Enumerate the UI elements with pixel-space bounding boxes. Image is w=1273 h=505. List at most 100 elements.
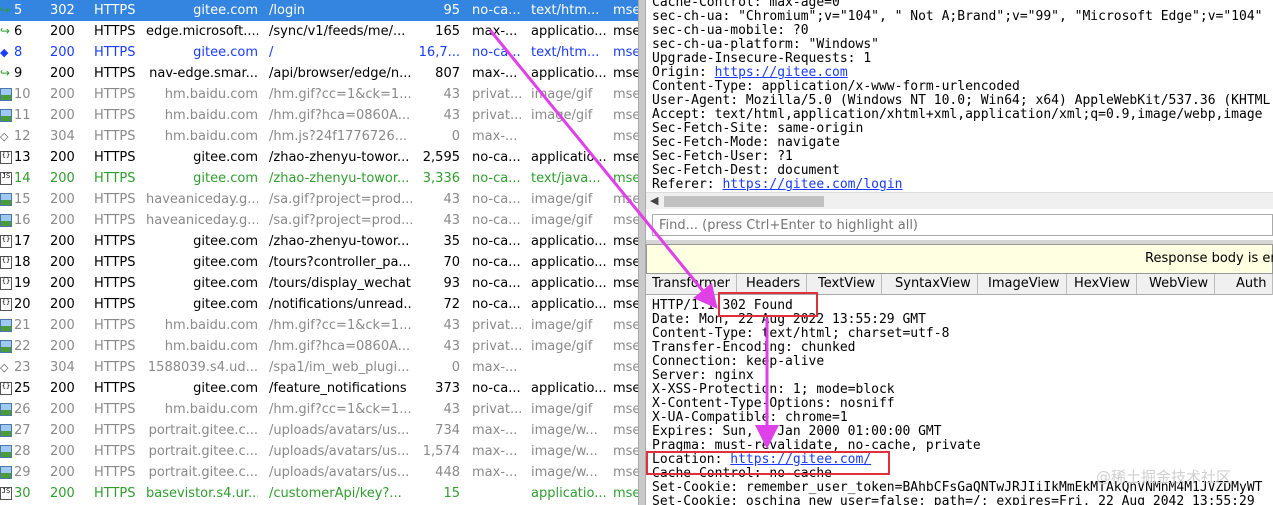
session-row[interactable]: ◇ 12 304 HTTPS hm.baidu.com/hm.js?24f1776726… — [0, 126, 638, 147]
header-line: Connection: keep-alive — [652, 354, 825, 369]
session-num: 19 — [14, 276, 31, 291]
session-process: mse — [613, 465, 638, 480]
sessions-list[interactable]: ↪ 5 302 HTTPS gitee.com/login 95 no-ca... text/… — [0, 0, 638, 505]
session-ctype: applicatio... — [531, 486, 607, 501]
scroll-left-icon[interactable]: ◀ — [650, 194, 658, 207]
json-icon: {} — [0, 151, 12, 164]
session-result: 200 — [50, 276, 75, 291]
header-link[interactable]: https://gitee.com — [715, 65, 848, 80]
tab-hexview[interactable]: HexView — [1068, 274, 1138, 295]
request-headers-text: Cache-Control: max-age=0 sec-ch-ua: "Chro… — [652, 0, 1270, 192]
session-caching: max-... — [472, 444, 518, 459]
session-row[interactable]: 15 200 HTTPS haveaniceday.g... /sa.gif?proje… — [0, 189, 638, 210]
session-row[interactable]: 11 200 HTTPS hm.baidu.com/hm.gif?hca=0860A.… — [0, 105, 638, 126]
redirect-icon: ↪ — [0, 3, 11, 17]
session-row[interactable]: {} 13 200 HTTPS gitee.com/zhao-zhenyu-towor.… — [0, 147, 638, 168]
session-url: /uploads/avatars/us... — [269, 444, 410, 459]
session-caching: max-... — [472, 423, 518, 438]
session-row[interactable]: 28 200 HTTPS portrait.gitee.c... /uploads/av… — [0, 441, 638, 462]
session-body: 734 — [435, 423, 460, 438]
session-row[interactable]: 27 200 HTTPS portrait.gitee.c... /uploads/av… — [0, 420, 638, 441]
image-icon — [0, 319, 12, 332]
session-result: 200 — [50, 297, 75, 312]
session-row[interactable]: 26 200 HTTPS hm.baidu.com/hm.gif?cc=1&ck=1.… — [0, 399, 638, 420]
notice-text[interactable]: Response body is enc — [1145, 245, 1273, 273]
session-row[interactable]: {} 18 200 HTTPS gitee.com/tours?controller_p… — [0, 252, 638, 273]
session-row[interactable]: {} 17 200 HTTPS gitee.com/zhao-zhenyu-towor.… — [0, 231, 638, 252]
session-url: /tours/display_wechat — [269, 276, 411, 291]
header-line: Sec-Fetch-User: ?1 — [652, 149, 793, 164]
session-caching: no-ca... — [472, 150, 521, 165]
session-host: gitee.com — [193, 45, 258, 60]
session-protocol: HTTPS — [94, 381, 136, 396]
session-row[interactable]: ◇ 23 304 HTTPS 1588039.s4.ud... /spa1/im_web_… — [0, 357, 638, 378]
pane-splitter[interactable] — [638, 0, 646, 505]
session-num: 26 — [14, 402, 31, 417]
session-row[interactable]: {} 25 200 HTTPS gitee.com/feature_notificati… — [0, 378, 638, 399]
session-url: /hm.gif?hca=0860A... — [269, 339, 411, 354]
session-ctype: image/gif — [531, 213, 593, 228]
tab-imageview[interactable]: ImageView — [982, 274, 1067, 295]
session-result: 200 — [50, 255, 75, 270]
script-icon: JS — [0, 172, 12, 185]
tab-auth[interactable]: Auth — [1230, 274, 1273, 295]
session-process: mse — [613, 234, 638, 249]
session-caching: privat... — [472, 108, 523, 123]
session-row[interactable]: 10 200 HTTPS hm.baidu.com/hm.gif?cc=1&ck=1.… — [0, 84, 638, 105]
session-num: 13 — [14, 150, 31, 165]
not-modified-icon: ◇ — [0, 361, 9, 374]
session-host: haveaniceday.g... — [146, 213, 258, 228]
horizontal-scrollbar[interactable]: ◀ — [646, 192, 1273, 209]
session-url: /sa.gif?project=prod... — [269, 213, 412, 228]
session-process: mse — [613, 423, 638, 438]
session-row[interactable]: 21 200 HTTPS hm.baidu.com/hm.gif?cc=1&ck=1.… — [0, 315, 638, 336]
header-line: Content-Type: text/html; charset=utf-8 — [652, 326, 950, 341]
session-row[interactable]: 16 200 HTTPS haveaniceday.g... /sa.gif?proje… — [0, 210, 638, 231]
session-ctype: image/w... — [531, 444, 598, 459]
session-result: 200 — [50, 87, 75, 102]
session-url: /hm.gif?hca=0860A... — [269, 108, 411, 123]
session-num: 23 — [14, 360, 31, 375]
session-row[interactable]: JS 14 200 HTTPS gitee.com/zhao-zhenyu-towor.… — [0, 168, 638, 189]
session-row[interactable]: 22 200 HTTPS hm.baidu.com/hm.gif?hca=0860A.… — [0, 336, 638, 357]
response-body-notice[interactable]: Response body is enc — [646, 244, 1273, 274]
session-icon-cell: JS — [0, 168, 13, 189]
session-host: gitee.com — [193, 255, 258, 270]
session-protocol: HTTPS — [94, 3, 136, 18]
session-url: /customerApi/key?... — [269, 486, 402, 501]
image-icon — [0, 109, 12, 122]
session-row[interactable]: ◆ 8 200 HTTPS gitee.com / 16,7... no-ca... text/… — [0, 42, 638, 63]
session-row[interactable]: JS 30 200 HTTPS basevistor.s4.ur... /customer… — [0, 483, 638, 504]
session-row[interactable]: ↪ 5 302 HTTPS gitee.com/login 95 no-ca... text/… — [0, 0, 638, 21]
header-line: Set-Cookie: oschina_new_user=false; path… — [652, 494, 1255, 505]
header-line: sec-ch-ua: "Chromium";v="104", " Not A;B… — [652, 9, 1263, 24]
not-modified-icon: ◇ — [0, 130, 9, 143]
header-line: Transfer-Encoding: chunked — [652, 340, 856, 355]
session-host: hm.baidu.com — [164, 318, 258, 333]
session-protocol: HTTPS — [94, 402, 136, 417]
session-url: /hm.gif?cc=1&ck=1... — [269, 87, 412, 102]
scrollbar-thumb[interactable] — [664, 196, 824, 207]
header-line: Accept: text/html,application/xhtml+xml,… — [652, 107, 1263, 122]
session-row[interactable]: {} 19 200 HTTPS gitee.com/tours/display_wech… — [0, 273, 638, 294]
session-row[interactable]: ↪ 9 200 HTTPS nav-edge.smar... /api/browser/e… — [0, 63, 638, 84]
find-input[interactable] — [652, 214, 1273, 236]
session-caching: no-ca... — [472, 234, 521, 249]
header-link[interactable]: https://gitee.com/login — [722, 177, 902, 192]
redirect-icon: ↪ — [0, 24, 11, 38]
session-ctype: applicatio... — [531, 150, 607, 165]
tab-syntaxview[interactable]: SyntaxView — [889, 274, 978, 295]
session-caching: privat... — [472, 402, 523, 417]
watermark-text: @稀土掘金技术社区 — [1096, 468, 1232, 486]
session-host: nav-edge.smar... — [149, 66, 258, 81]
header-line: User-Agent: Mozilla/5.0 (Windows NT 10.0… — [652, 93, 1271, 108]
tab-textview[interactable]: TextView — [812, 274, 883, 295]
session-body: 72 — [443, 297, 460, 312]
session-row[interactable]: {} 20 200 HTTPS gitee.com/notifications/unre… — [0, 294, 638, 315]
session-row[interactable]: ↪ 6 200 HTTPS edge.microsoft.... /sync/v1/fee… — [0, 21, 638, 42]
session-icon-cell — [0, 210, 13, 231]
tab-webview[interactable]: WebView — [1143, 274, 1216, 295]
session-caching: max-... — [472, 465, 518, 480]
session-row[interactable]: 29 200 HTTPS portrait.gitee.c... /uploads/av… — [0, 462, 638, 483]
session-ctype: applicatio... — [531, 255, 607, 270]
